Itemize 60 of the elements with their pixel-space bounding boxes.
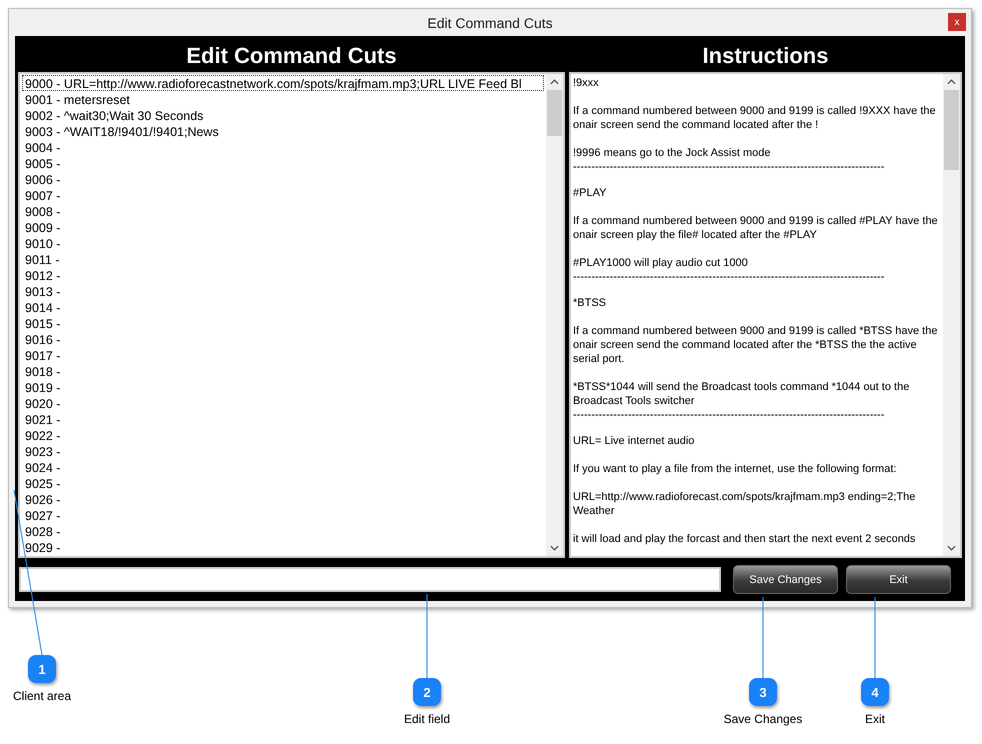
callout-label: Save Changes	[722, 712, 804, 726]
instruction-text: If you want to play a file from the internet, use the following format:	[573, 462, 898, 476]
instruction-text: it will load and play the forcast and then start the next event 2 seconds	[573, 532, 916, 546]
list-item[interactable]: 9028 -	[22, 523, 544, 539]
instruction-text: If a command numbered between 9000 and 9199 is called #PLAY have the onair screen play the file# located after the #PLAY	[573, 214, 939, 242]
panel-heading: Instructions	[702, 42, 830, 70]
list-item[interactable]: 9003 - ^WAIT18/!9401/!9401;News	[22, 123, 544, 139]
instruction-text: *BTSS*1044 will send the Broadcast tools command *1044 out to the Broadcast Tools switcher	[573, 380, 910, 408]
instruction-text: *BTSS	[573, 296, 608, 310]
callout-badge: 2	[413, 678, 441, 706]
instruction-text: URL=http://www.radioforecast.com/spots/krajfmam.mp3 ending=2;The Weather	[573, 490, 916, 518]
list-item[interactable]: 9005 -	[22, 155, 544, 171]
instruction-text: !9xxx	[573, 76, 600, 90]
callout-label: Client area	[12, 689, 72, 703]
dashed-separator: -------------------------------------------------------------------------------------	[573, 160, 886, 174]
list-item[interactable]: 9015 -	[22, 315, 544, 331]
list-item[interactable]: 9027 -	[22, 507, 544, 523]
list-item[interactable]: 9007 -	[22, 187, 544, 203]
list-item[interactable]: 9001 - metersreset	[22, 91, 544, 107]
list-item[interactable]: 9002 - ^wait30;Wait 30 Seconds	[22, 107, 544, 123]
list-item[interactable]: 9023 -	[22, 443, 544, 459]
dashed-separator: -------------------------------------------------------------------------------------	[573, 408, 886, 422]
list-item[interactable]: 9008 -	[22, 203, 544, 219]
list-item[interactable]: 9000 - URL=http://www.radioforecastnetwork.com/spots/krajfmam.mp3;URL LIVE Feed Bl	[22, 75, 544, 91]
list-item[interactable]: 9011 -	[22, 251, 544, 267]
list-item[interactable]: 9029 -	[22, 539, 544, 555]
list-item[interactable]: 9012 -	[22, 267, 544, 283]
list-item[interactable]: 9026 -	[22, 491, 544, 507]
list-item[interactable]: 9010 -	[22, 235, 544, 251]
save-changes-button[interactable]: Save Changes	[733, 565, 838, 594]
close-button[interactable]: x	[948, 13, 966, 31]
callout-badge: 1	[28, 655, 56, 683]
instruction-text: If a command numbered between 9000 and 9199 is called !9XXX have the onair screen send the command located after the !	[573, 104, 937, 132]
list-item[interactable]: 9020 -	[22, 395, 544, 411]
list-item[interactable]: 9021 -	[22, 411, 544, 427]
window-title: Edit Command Cuts	[427, 14, 553, 30]
list-item[interactable]: 9006 -	[22, 171, 544, 187]
list-item[interactable]: 9019 -	[22, 379, 544, 395]
instruction-text: #PLAY1000 will play audio cut 1000	[573, 256, 749, 270]
callout-badge: 3	[749, 678, 777, 706]
panel-heading: Edit Command Cuts	[185, 42, 398, 70]
callout-label: Exit	[864, 712, 886, 726]
list-item[interactable]: 9013 -	[22, 283, 544, 299]
list-item[interactable]: 9014 -	[22, 299, 544, 315]
list-item[interactable]: 9022 -	[22, 427, 544, 443]
list-item[interactable]: 9017 -	[22, 347, 544, 363]
list-item[interactable]: 9009 -	[22, 219, 544, 235]
instruction-text: #PLAY	[573, 186, 608, 200]
list-item[interactable]: 9018 -	[22, 363, 544, 379]
instruction-text: If a command numbered between 9000 and 9199 is called *BTSS have the onair screen send the command located after the *BTSS the the active serial port.	[573, 324, 938, 366]
list-item[interactable]: 9025 -	[22, 475, 544, 491]
callout-badge: 4	[861, 678, 889, 706]
list-item[interactable]: 9004 -	[22, 139, 544, 155]
dashed-separator: -------------------------------------------------------------------------------------	[573, 270, 886, 284]
instruction-text: !9996 means go to the Jock Assist mode	[573, 146, 772, 160]
callout-label: Edit field	[402, 712, 452, 726]
list-item[interactable]: 9024 -	[22, 459, 544, 475]
list-item[interactable]: 9016 -	[22, 331, 544, 347]
exit-button[interactable]: Exit	[846, 565, 951, 594]
instruction-text: URL= Live internet audio	[573, 434, 696, 448]
